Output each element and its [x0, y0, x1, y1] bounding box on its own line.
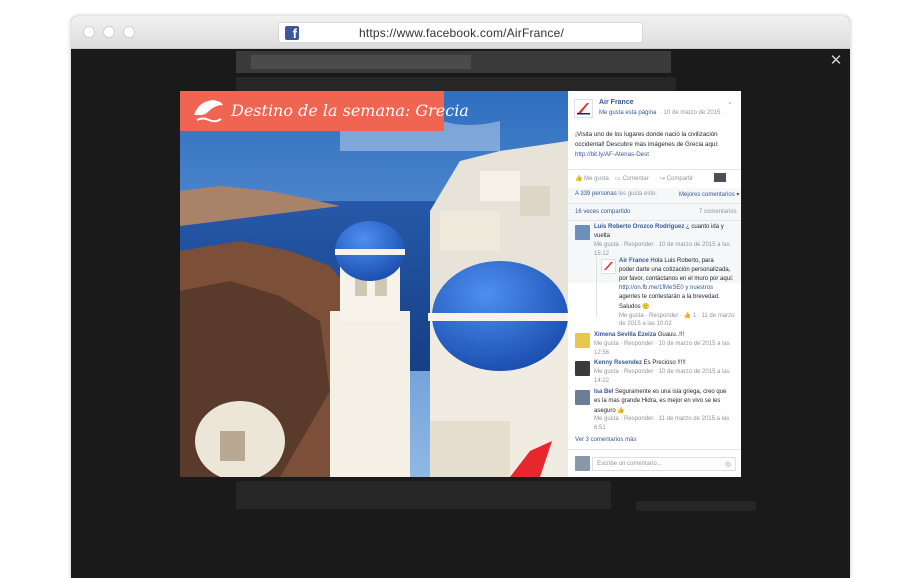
page-name[interactable]: Air France	[599, 99, 634, 106]
post-date[interactable]: · 10 de marzo de 2015 ·	[660, 110, 724, 116]
comment-author[interactable]: Isa Bel	[594, 389, 613, 395]
comment-author[interactable]: Kenny Resendez	[594, 360, 642, 366]
shares-link[interactable]: 16 veces compartido	[575, 209, 630, 215]
background-photos-strip	[236, 481, 611, 509]
background-footer	[636, 501, 756, 511]
like-icon: 👍	[575, 176, 585, 182]
comment-meta[interactable]: de 2015 a las 10:02	[619, 321, 672, 327]
comment-meta[interactable]: Me gusta · Responder · 10 de marzo de 20…	[594, 369, 730, 375]
comment-meta[interactable]: Me gusta · Responder · 10 de marzo de 20…	[594, 242, 730, 248]
comment-line: ¿ cuanto ida y	[684, 224, 724, 230]
comment-link[interactable]: http://on.fb.me/1fMeSE0 y nuestros	[619, 285, 713, 291]
share-label: Compartir	[666, 176, 694, 182]
air-france-avatar[interactable]	[574, 99, 593, 118]
browser-toolbar: f https://www.facebook.com/AirFrance/	[71, 16, 850, 49]
close-window-button[interactable]	[83, 26, 95, 38]
share-action[interactable]: ↪ Compartir	[660, 175, 693, 182]
avatar[interactable]	[575, 390, 590, 405]
destination-banner: Destino de la semana: Grecia	[180, 91, 469, 131]
comment-line: Hola Luis Roberto, para	[648, 258, 714, 264]
comment-author[interactable]: Luis Roberto Orozco Rodriguez	[594, 224, 684, 230]
likes-count-link[interactable]: A 339 personas	[575, 191, 617, 197]
comment-action[interactable]: ▭ Comentar	[615, 175, 649, 182]
likes-suffix: les gusta esto.	[616, 191, 658, 197]
post-side-panel: Air France Me gusta esta página · 10 de …	[568, 91, 741, 477]
comment-line: Saludos 🙂	[619, 304, 650, 310]
camera-icon[interactable]: ◎	[725, 460, 731, 468]
comment-input[interactable]: Escribe un comentario... ◎	[592, 457, 736, 471]
comment-meta[interactable]: Me gusta · Responder · 11 de marzo de 20…	[594, 416, 729, 422]
avatar	[575, 456, 590, 471]
more-comments-link[interactable]: Ver 3 comentarios más	[575, 437, 636, 443]
background-cover	[236, 77, 646, 91]
maximize-window-button[interactable]	[123, 26, 135, 38]
address-bar[interactable]: f https://www.facebook.com/AirFrance/	[278, 22, 643, 43]
browser-window: f https://www.facebook.com/AirFrance/ ✕	[71, 16, 850, 578]
post-text-line-2: occidental! Descubre más imágenes de Gre…	[575, 141, 719, 148]
close-icon[interactable]: ✕	[828, 53, 844, 69]
comment-meta[interactable]: 12:56	[594, 350, 609, 356]
post-photo[interactable]: Destino de la semana: Grecia	[180, 91, 568, 477]
comment-meta[interactable]: 6:51	[594, 425, 606, 431]
comment-line: es la mas grande Hidra, es mejor en vivo…	[594, 398, 721, 404]
background-sidebar	[636, 77, 676, 91]
divider	[568, 449, 741, 450]
comment-text: Luis Roberto Orozco Rodriguez ¿ cuanto i…	[594, 224, 724, 230]
comment-author[interactable]: Air France	[619, 258, 649, 264]
like-label: Me gusta	[584, 176, 609, 182]
comment-meta[interactable]: 14:22	[594, 378, 609, 384]
share-icon: ↪	[660, 176, 667, 182]
comment-line: por favor, contáctanos en el muro por aq…	[619, 276, 734, 282]
audience-selector[interactable]	[714, 173, 726, 182]
background-search	[251, 55, 471, 69]
comment-text: Ximena Sevilla Ezeiza Guauu..!!!	[594, 332, 684, 338]
comment-line: poder darte una cotización personalizada…	[619, 267, 731, 273]
avatar[interactable]	[575, 333, 590, 348]
comment-author[interactable]: Ximena Sevilla Ezeiza	[594, 332, 656, 338]
facebook-viewport: ✕ Destino de la semana: Grecia Air Franc…	[71, 49, 850, 578]
minimize-window-button[interactable]	[103, 26, 115, 38]
background-facebook-header	[236, 51, 671, 73]
comment-line: agentes te contestarán a la brevedad.	[619, 294, 720, 300]
divider	[568, 220, 741, 221]
comment-line: vuelta	[594, 233, 611, 239]
divider	[568, 169, 741, 170]
comment-line: Seguramente es una isla griega, creo que	[613, 389, 727, 395]
avatar[interactable]	[575, 361, 590, 376]
likes-summary: A 339 personas les gusta esto.	[575, 191, 657, 197]
reply-thread-line	[596, 257, 597, 317]
banner-title: Destino de la semana: Grecia	[231, 101, 469, 120]
top-comments-dropdown[interactable]: Mejores comentarios ▾	[679, 191, 739, 198]
chevron-down-icon[interactable]: ⌄	[727, 98, 733, 106]
avatar[interactable]	[575, 225, 590, 240]
like-action[interactable]: 👍 Me gusta	[575, 175, 609, 182]
post-text-line-1: ¡Visita uno de los lugares donde nació l…	[575, 131, 718, 138]
comment-line: Guauu..!!!	[656, 332, 685, 338]
comment-text: Kenny Resendez Es Precioso !!!!!	[594, 360, 686, 366]
comment-text: Isa Bel Seguramente es una isla griega, …	[594, 389, 726, 395]
comment-meta[interactable]: Me gusta · Responder · 👍 1 · 11 de marzo	[619, 312, 734, 319]
banner-logo-icon	[194, 100, 223, 123]
air-france-reply-avatar[interactable]	[601, 259, 616, 274]
comment-label: Comentar	[622, 176, 649, 182]
comments-count: 7 comentarios	[699, 209, 737, 215]
comment-line: aseguro 👍	[594, 408, 625, 414]
url-text: https://www.facebook.com/AirFrance/	[358, 26, 565, 40]
comment-line: Es Precioso !!!!!	[642, 360, 686, 366]
air-france-logo-icon	[577, 103, 590, 115]
post-link[interactable]: http://bit.ly/AF-Atenas-Dest	[575, 151, 649, 158]
reply-text: Air France Hola Luis Roberto, para	[619, 258, 714, 264]
santorini-photo	[180, 91, 568, 477]
divider	[568, 203, 741, 204]
air-france-logo-icon	[604, 262, 613, 270]
comment-placeholder: Escribe un comentario...	[597, 461, 662, 467]
like-page-link[interactable]: Me gusta esta página	[599, 110, 656, 116]
comment-meta[interactable]: Me gusta · Responder · 10 de marzo de 20…	[594, 341, 730, 347]
